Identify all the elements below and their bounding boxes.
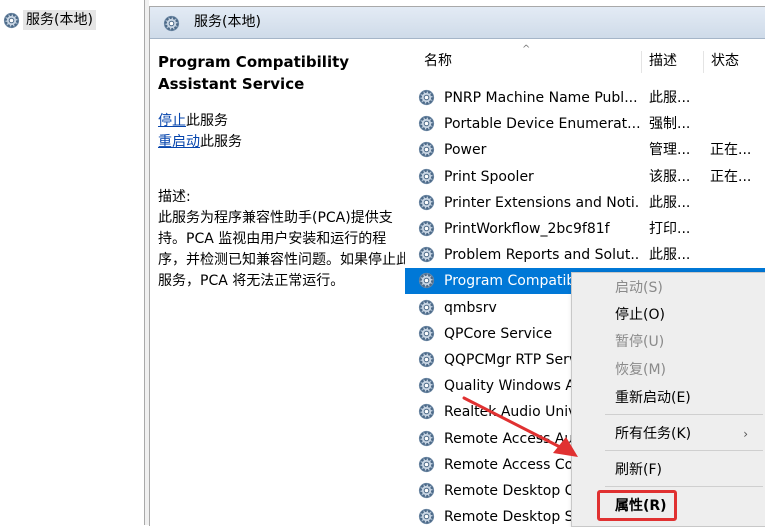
service-title: Program Compatibility Assistant Service — [158, 53, 350, 93]
service-desc: 此服... — [649, 247, 691, 264]
menu-item-stop[interactable]: 停止(O) — [572, 302, 765, 328]
gear-icon — [418, 246, 435, 264]
pane-header: 服务(本地) — [150, 7, 765, 39]
tree-item-services-local[interactable]: 服务(本地) — [0, 9, 96, 31]
menu-item-label: 刷新(F) — [615, 462, 662, 478]
stop-service-suffix: 此服务 — [186, 113, 228, 129]
column-header-status[interactable]: 状态 — [711, 52, 739, 70]
gear-icon — [418, 403, 435, 421]
menu-item-label: 启动(S) — [615, 280, 663, 296]
menu-item-refresh[interactable]: 刷新(F) — [572, 457, 765, 483]
menu-item-pause[interactable]: 暂停(U) — [572, 329, 765, 355]
service-row[interactable]: PrintWorkflow_2bc9f81f 打印... — [405, 216, 765, 242]
chevron-right-icon: › — [743, 427, 748, 441]
gear-icon — [3, 11, 20, 29]
service-actions: 停止此服务 重启动此服务 — [158, 111, 410, 153]
menu-item-label: 停止(O) — [615, 307, 665, 323]
service-name: Problem Reports and Solut... — [444, 247, 640, 264]
gear-icon — [418, 167, 435, 185]
menu-item-label: 所有任务(K) — [615, 426, 692, 442]
console-tree: 服务(本地) — [0, 0, 145, 525]
service-name: Portable Device Enumerat... — [444, 116, 640, 133]
gear-icon — [418, 455, 435, 473]
service-name: Printer Extensions and Noti... — [444, 194, 640, 211]
column-separator[interactable] — [641, 51, 642, 73]
sort-caret-icon: ^ — [522, 44, 531, 55]
stop-service-link[interactable]: 停止 — [158, 113, 186, 129]
pane-title: 服务(本地) — [194, 14, 261, 30]
gear-icon — [418, 429, 435, 447]
gear-icon — [418, 220, 435, 237]
gear-icon — [418, 141, 435, 159]
gear-icon — [418, 324, 435, 342]
column-separator[interactable] — [703, 51, 704, 73]
properties-highlight-box — [597, 490, 677, 521]
menu-item-label: 恢复(M) — [615, 362, 667, 378]
service-desc: 打印... — [649, 221, 691, 237]
service-name: Print Spooler — [444, 168, 534, 185]
service-name: PrintWorkflow_2bc9f81f — [444, 221, 610, 237]
description-label: 描述: — [158, 189, 191, 205]
gear-icon — [418, 89, 435, 106]
service-row[interactable]: PNRP Machine Name Publ... 此服... — [405, 85, 765, 111]
description-text: 此服务为程序兼容性助手(PCA)提供支持。PCA 监视由用户安装和运行的程序，并… — [158, 210, 410, 289]
service-desc: 管理... — [649, 142, 691, 159]
column-headers: ^ 名称 描述 状态 — [405, 39, 765, 79]
service-desc: 此服... — [649, 194, 691, 211]
menu-item-label: 暂停(U) — [615, 334, 665, 350]
gear-icon — [418, 377, 435, 395]
menu-item-all-tasks[interactable]: 所有任务(K) › — [572, 421, 765, 447]
gear-icon — [418, 351, 435, 368]
menu-separator — [605, 486, 763, 487]
gear-icon — [418, 272, 435, 290]
column-header-desc[interactable]: 描述 — [649, 52, 677, 70]
context-menu: 启动(S) 停止(O) 暂停(U) 恢复(M) 重新启动(E) 所有任务(K) ›… — [571, 272, 765, 527]
gear-icon — [418, 482, 435, 499]
tree-item-label: 服务(本地) — [23, 10, 96, 30]
menu-item-resume[interactable]: 恢复(M) — [572, 357, 765, 383]
service-description: 描述: 此服务为程序兼容性助手(PCA)提供支持。PCA 监视由用户安装和运行的… — [158, 187, 410, 292]
service-desc: 强制... — [649, 116, 691, 133]
service-row[interactable]: Problem Reports and Solut... 此服... — [405, 242, 765, 268]
service-row[interactable]: Print Spooler 该服... 正在... — [405, 164, 765, 190]
service-row[interactable]: Power 管理... 正在... — [405, 137, 765, 163]
gear-icon — [418, 115, 435, 133]
gear-icon — [163, 15, 180, 32]
service-row[interactable]: Printer Extensions and Noti... 此服... — [405, 190, 765, 216]
service-status: 正在... — [710, 142, 752, 159]
menu-separator — [605, 414, 763, 415]
service-name: PNRP Machine Name Publ... — [444, 90, 638, 106]
service-row[interactable]: Portable Device Enumerat... 强制... — [405, 111, 765, 137]
service-desc: 此服... — [649, 90, 691, 106]
service-desc: 该服... — [649, 168, 691, 185]
menu-item-restart[interactable]: 重新启动(E) — [572, 385, 765, 411]
gear-icon — [418, 298, 435, 316]
gear-icon — [418, 193, 435, 211]
menu-item-start[interactable]: 启动(S) — [572, 275, 765, 301]
gear-icon — [418, 508, 435, 526]
menu-item-label: 重新启动(E) — [615, 390, 691, 406]
service-detail: Program Compatibility Assistant Service … — [158, 51, 410, 292]
column-header-name[interactable]: 名称 — [424, 52, 452, 70]
restart-service-link[interactable]: 重启动 — [158, 134, 200, 150]
menu-separator — [605, 450, 763, 451]
restart-service-suffix: 此服务 — [200, 134, 242, 150]
service-status: 正在... — [710, 168, 752, 185]
service-name: Power — [444, 142, 487, 159]
